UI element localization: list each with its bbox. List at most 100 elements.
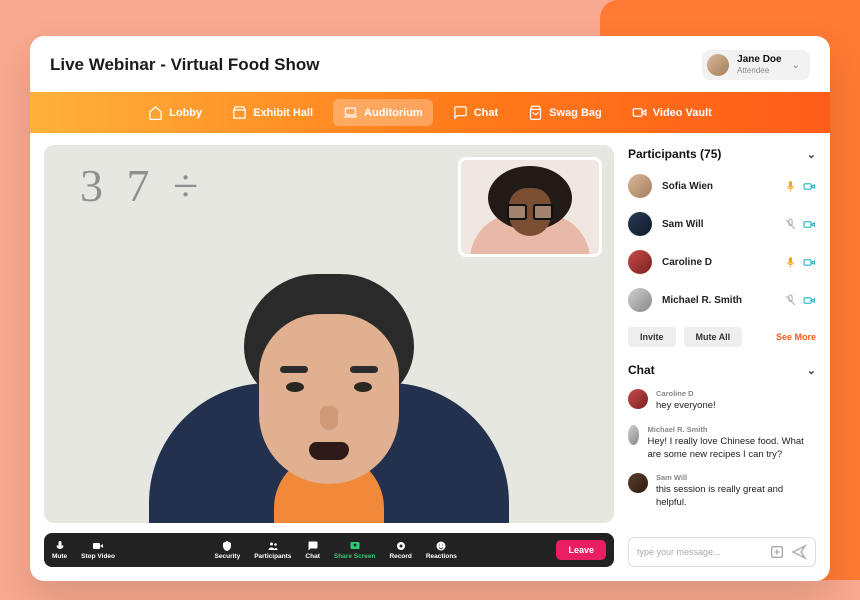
ctrl-label: Participants: [254, 553, 291, 560]
participant-name: Sofia Wien: [662, 181, 774, 192]
reactions-button[interactable]: Reactions: [426, 540, 457, 560]
avatar: [628, 473, 648, 493]
video-icon: [632, 105, 647, 120]
people-icon: [267, 540, 279, 552]
nav-label: Exhibit Hall: [253, 107, 313, 119]
camera-on-icon: [803, 256, 816, 269]
avatar: [628, 288, 652, 312]
chat-message: Sam Will this session is really great an…: [628, 471, 816, 512]
participant-name: Caroline D: [662, 257, 774, 268]
ctrl-label: Mute: [52, 553, 67, 560]
camera-on-icon: [803, 294, 816, 307]
nav-label: Video Vault: [653, 107, 712, 119]
chevron-down-icon: ⌄: [807, 364, 816, 377]
nav-video-vault[interactable]: Video Vault: [622, 99, 722, 126]
chat-message: Michael R. Smith Hey! I really love Chin…: [628, 423, 816, 464]
stop-video-button[interactable]: Stop Video: [81, 540, 115, 560]
avatar: [628, 250, 652, 274]
record-button[interactable]: Record: [389, 540, 411, 560]
user-role: Attendee: [737, 67, 781, 75]
chat-input[interactable]: [637, 547, 763, 557]
mute-button[interactable]: Mute: [52, 540, 67, 560]
ctrl-label: Share Screen: [334, 553, 376, 560]
shield-icon: [221, 540, 233, 552]
share-icon: [349, 540, 361, 552]
nav-swag-bag[interactable]: Swag Bag: [518, 99, 612, 126]
main-video: 3 7 ÷: [44, 145, 614, 523]
mute-all-button[interactable]: Mute All: [684, 327, 743, 347]
nav-auditorium[interactable]: Auditorium: [333, 99, 433, 126]
nav-lobby[interactable]: Lobby: [138, 99, 212, 126]
chat-author: Michael R. Smith: [647, 425, 816, 434]
home-icon: [148, 105, 163, 120]
leave-button[interactable]: Leave: [556, 540, 606, 560]
pip-video[interactable]: [458, 157, 602, 257]
chat-title: Chat: [628, 363, 655, 377]
whiteboard-text: 3 7 ÷: [80, 159, 204, 212]
mic-off-icon: [784, 218, 797, 231]
nav-exhibit-hall[interactable]: Exhibit Hall: [222, 99, 323, 126]
security-button[interactable]: Security: [215, 540, 241, 560]
mic-off-icon: [784, 294, 797, 307]
chat-author: Sam Will: [656, 473, 816, 482]
chevron-down-icon: ⌄: [792, 60, 800, 71]
chat-header[interactable]: Chat ⌄: [628, 361, 816, 379]
user-menu[interactable]: Jane Doe Attendee ⌄: [702, 50, 810, 80]
avatar: [628, 389, 648, 409]
camera-on-icon: [803, 218, 816, 231]
send-icon[interactable]: [791, 544, 807, 560]
invite-button[interactable]: Invite: [628, 327, 676, 347]
nav-label: Chat: [474, 107, 498, 119]
bag-icon: [528, 105, 543, 120]
chat-icon: [307, 540, 319, 552]
user-name: Jane Doe: [737, 55, 781, 65]
main-nav: Lobby Exhibit Hall Auditorium Chat Swag …: [30, 92, 830, 133]
nav-label: Auditorium: [364, 107, 423, 119]
chat-button[interactable]: Chat: [305, 540, 319, 560]
participant-row: Michael R. Smith: [628, 285, 816, 315]
ctrl-label: Record: [389, 553, 411, 560]
participants-title: Participants (75): [628, 147, 721, 161]
participant-row: Caroline D: [628, 247, 816, 277]
video-icon: [92, 540, 104, 552]
record-icon: [395, 540, 407, 552]
page-title: Live Webinar - Virtual Food Show: [50, 55, 320, 75]
app-window: Live Webinar - Virtual Food Show Jane Do…: [30, 36, 830, 581]
participant-row: Sofia Wien: [628, 171, 816, 201]
avatar: [628, 174, 652, 198]
ctrl-label: Chat: [305, 553, 319, 560]
participants-header[interactable]: Participants (75) ⌄: [628, 145, 816, 163]
attach-icon[interactable]: [769, 544, 785, 560]
avatar: [707, 54, 729, 76]
chat-author: Caroline D: [656, 389, 716, 398]
header: Live Webinar - Virtual Food Show Jane Do…: [30, 36, 830, 92]
avatar: [628, 425, 639, 445]
chat-body: this session is really great and helpful…: [656, 484, 816, 510]
chat-body: Hey! I really love Chinese food. What ar…: [647, 436, 816, 462]
chat-input-row: [628, 537, 816, 567]
participant-name: Sam Will: [662, 219, 774, 230]
ctrl-label: Security: [215, 553, 241, 560]
participants-button[interactable]: Participants: [254, 540, 291, 560]
avatar: [628, 212, 652, 236]
nav-chat[interactable]: Chat: [443, 99, 508, 126]
mic-on-icon: [784, 256, 797, 269]
chat-body: hey everyone!: [656, 400, 716, 413]
nav-label: Swag Bag: [549, 107, 602, 119]
call-controls: Mute Stop Video Security Participants: [44, 533, 614, 567]
mic-on-icon: [784, 180, 797, 193]
laptop-icon: [343, 105, 358, 120]
smile-icon: [435, 540, 447, 552]
storefront-icon: [232, 105, 247, 120]
chat-message: Caroline D hey everyone!: [628, 387, 816, 415]
share-screen-button[interactable]: Share Screen: [334, 540, 376, 560]
see-more-link[interactable]: See More: [776, 332, 816, 342]
camera-on-icon: [803, 180, 816, 193]
participant-name: Michael R. Smith: [662, 295, 774, 306]
nav-label: Lobby: [169, 107, 202, 119]
participant-row: Sam Will: [628, 209, 816, 239]
ctrl-label: Reactions: [426, 553, 457, 560]
mic-icon: [54, 540, 66, 552]
chevron-down-icon: ⌄: [807, 148, 816, 161]
chat-icon: [453, 105, 468, 120]
